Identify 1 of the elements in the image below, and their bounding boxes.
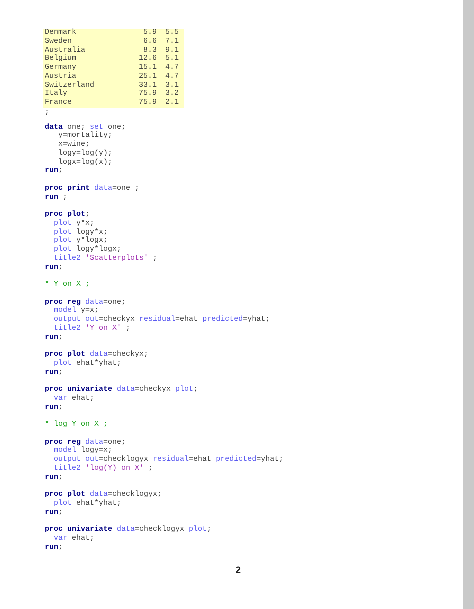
page-number: 2 (236, 565, 242, 576)
